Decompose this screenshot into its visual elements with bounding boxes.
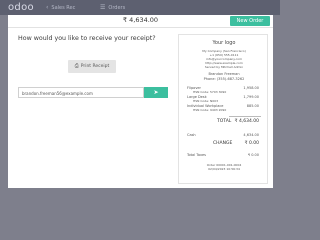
chevron-left-icon: ‹ — [46, 4, 49, 11]
send-email-button[interactable]: ➤ — [144, 87, 168, 98]
total-value: ₹ 4,634.00 — [234, 119, 259, 124]
item-detail: HSN Code: 9403 2090 — [193, 108, 227, 112]
receipt-preview: Your logo My Company (San Francisco) +1 … — [178, 34, 268, 184]
item-detail: HSN Code: 5703 3090 — [193, 90, 227, 94]
taxes-label: Total Taxes — [187, 153, 206, 157]
receipt-question: How would you like to receive your recei… — [18, 35, 156, 42]
item-price: 885.00 — [246, 104, 259, 108]
list-icon: ☰ — [100, 4, 106, 11]
cash-label: Cash — [187, 133, 196, 137]
order-date: 02/04/2023 10:56:34 — [208, 167, 240, 171]
odoo-logo: odoo — [8, 2, 34, 13]
send-icon: ➤ — [153, 89, 159, 96]
print-icon: ⎙ — [74, 63, 79, 69]
customer-phone: Phone: (355)-687-3262 — [203, 77, 245, 81]
change-label: CHANGE — [213, 141, 233, 146]
total-rule — [229, 116, 261, 117]
sales-rec-label: Sales Rec — [51, 5, 76, 11]
orders-button[interactable]: ☰ Orders — [100, 2, 125, 13]
new-order-button[interactable]: New Order — [230, 16, 270, 26]
top-navbar: odoo ‹ Sales Rec ☰ Orders — [0, 0, 280, 15]
change-value: ₹ 0.00 — [244, 141, 259, 146]
item-detail: HSN Code: N003 — [193, 99, 218, 103]
total-label: TOTAL — [217, 119, 232, 124]
header-divider — [8, 27, 273, 28]
item-price: 1,799.00 — [243, 95, 259, 99]
company-line: Served by Mitchell Admin — [204, 65, 244, 69]
email-field[interactable]: brandon.freeman56@example.com — [18, 87, 144, 98]
cash-value: 4,634.00 — [243, 133, 259, 137]
taxes-value: ₹ 0.00 — [247, 153, 259, 157]
backdrop-bottom — [0, 188, 280, 220]
receipt-screen-panel: ₹ 4,634.00 New Order How would you like … — [8, 15, 273, 188]
customer-name: Brandon Freeman — [208, 72, 240, 76]
orders-label: Orders — [108, 5, 126, 11]
print-receipt-label: Print Receipt — [80, 64, 110, 69]
item-price: 1,958.00 — [243, 86, 259, 90]
sales-rec-button[interactable]: ‹ Sales Rec — [46, 2, 75, 13]
receipt-logo-text: Your logo — [212, 40, 236, 46]
print-receipt-button[interactable]: ⎙ Print Receipt — [68, 60, 116, 73]
